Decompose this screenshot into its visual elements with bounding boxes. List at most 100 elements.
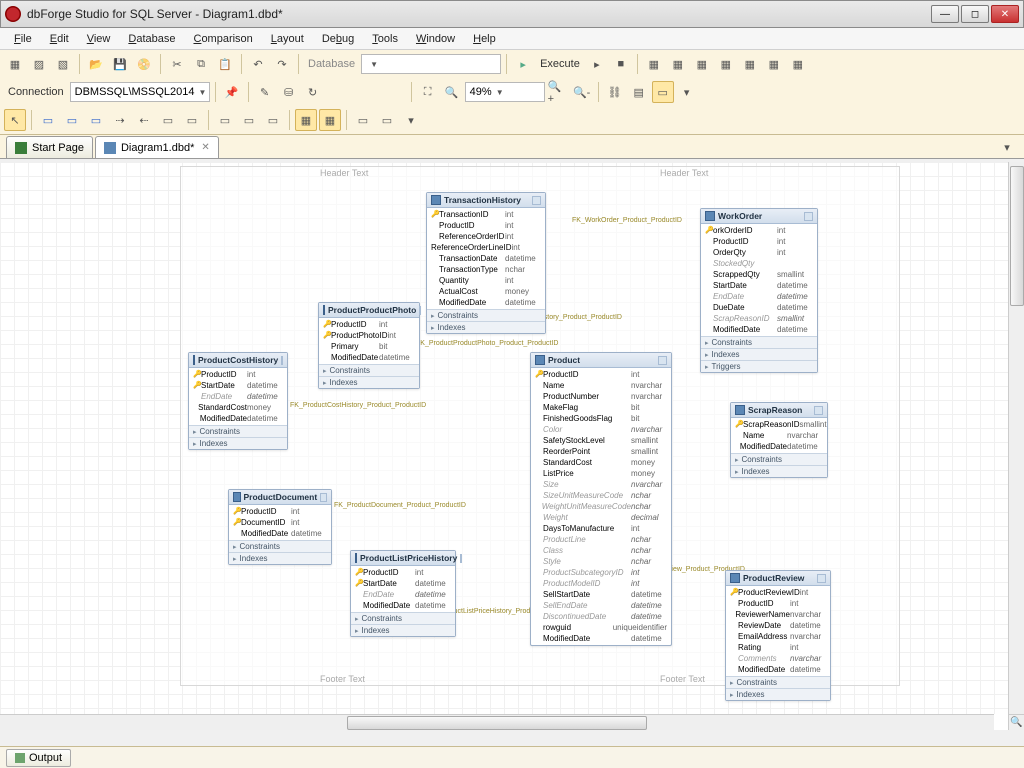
shape-icon[interactable]: ▭: [238, 109, 260, 131]
entity-product-list-price-history[interactable]: ProductListPriceHistory🔑ProductIDint🔑Sta…: [350, 550, 456, 637]
tab-diagram[interactable]: Diagram1.dbd* ✕: [95, 136, 219, 158]
entity-work-order[interactable]: WorkOrder🔑orkOrderIDintProductIDintOrder…: [700, 208, 818, 373]
zoom-combo[interactable]: 49%▼: [465, 82, 545, 102]
toolbar-row-3: ↖ ▭ ▭ ▭ ⇢ ⇠ ▭ ▭ ▭ ▭ ▭ ▦ ▦ ▭ ▭ ▾: [0, 106, 1024, 134]
connection-combo[interactable]: DBMSSQL\MSSQL2014▼: [70, 82, 210, 102]
snap-icon[interactable]: ▦: [295, 109, 317, 131]
menu-tools[interactable]: Tools: [364, 31, 406, 47]
menu-edit[interactable]: Edit: [42, 31, 77, 47]
grid7-icon[interactable]: ▦: [787, 53, 809, 75]
view-tool-icon[interactable]: ▭: [61, 109, 83, 131]
zoom-fit-icon[interactable]: ⛶: [417, 81, 439, 103]
execute-icon[interactable]: ▸: [512, 53, 534, 75]
tabs-dropdown-icon[interactable]: ▾: [996, 136, 1018, 158]
maximize-button[interactable]: ◻: [961, 5, 989, 23]
output-icon: [15, 753, 25, 763]
copy-icon[interactable]: ⧉: [190, 53, 212, 75]
grid6-icon[interactable]: ▦: [763, 53, 785, 75]
diagram-icon: [104, 142, 116, 154]
execute-label[interactable]: Execute: [540, 58, 580, 70]
output-tab[interactable]: Output: [6, 749, 71, 767]
menu-window[interactable]: Window: [408, 31, 463, 47]
tab-close-icon[interactable]: ✕: [201, 142, 209, 153]
redo-icon[interactable]: ↷: [271, 53, 293, 75]
cut-icon[interactable]: ✂: [166, 53, 188, 75]
open-icon[interactable]: 📂: [85, 53, 107, 75]
note-tool-icon[interactable]: ▭: [157, 109, 179, 131]
align-icon[interactable]: ▭: [352, 109, 374, 131]
undo-icon[interactable]: ↶: [247, 53, 269, 75]
header-text-left: Header Text: [320, 168, 368, 178]
grid1-icon[interactable]: ▦: [643, 53, 665, 75]
refresh-icon[interactable]: ↻: [302, 81, 324, 103]
zoom-in-icon[interactable]: 🔍+: [547, 81, 569, 103]
tab-start-page-label: Start Page: [32, 142, 84, 154]
grid3-icon[interactable]: ▦: [691, 53, 713, 75]
connection-label: Connection: [8, 86, 64, 98]
zoom-value: 49%: [470, 86, 492, 98]
entity-product[interactable]: Product🔑ProductIDintNamenvarcharProductN…: [530, 352, 672, 646]
output-tab-label: Output: [29, 752, 62, 764]
stop-icon[interactable]: ■: [610, 53, 632, 75]
overflow-icon[interactable]: ▾: [400, 109, 422, 131]
entity-tool-icon[interactable]: ▭: [37, 109, 59, 131]
menu-file[interactable]: File: [6, 31, 40, 47]
menu-layout[interactable]: Layout: [263, 31, 312, 47]
menu-comparison[interactable]: Comparison: [185, 31, 260, 47]
grid2-icon[interactable]: ▦: [667, 53, 689, 75]
zoom-corner-icon[interactable]: 🔍: [1008, 714, 1024, 730]
new-item2-icon[interactable]: ▧: [52, 53, 74, 75]
edit-icon[interactable]: ✎: [254, 81, 276, 103]
close-button[interactable]: ✕: [991, 5, 1019, 23]
table-tool-icon[interactable]: ▭: [85, 109, 107, 131]
print-icon[interactable]: ▭: [376, 109, 398, 131]
page-view-icon[interactable]: ▭: [652, 81, 674, 103]
entity-product-document[interactable]: ProductDocument🔑ProductIDint🔑DocumentIDi…: [228, 489, 332, 565]
rel-workorder: FK_WorkOrder_Product_ProductID: [572, 217, 682, 224]
tree-icon[interactable]: ⛓: [604, 81, 626, 103]
rel-tool-icon[interactable]: ⇢: [109, 109, 131, 131]
container-icon[interactable]: ▭: [214, 109, 236, 131]
entity-transaction-history[interactable]: TransactionHistory🔑TransactionIDintProdu…: [426, 192, 546, 334]
menu-view[interactable]: View: [79, 31, 119, 47]
minimize-button[interactable]: —: [931, 5, 959, 23]
zoom-tool-icon[interactable]: 🔍: [441, 81, 463, 103]
rel2-tool-icon[interactable]: ⇠: [133, 109, 155, 131]
layout-icon[interactable]: ▤: [628, 81, 650, 103]
more-icon[interactable]: ▾: [676, 81, 698, 103]
window-title: dbForge Studio for SQL Server - Diagram1…: [27, 7, 931, 21]
diagram-canvas[interactable]: Header Text Header Text Footer Text Foot…: [0, 162, 1008, 714]
menu-database[interactable]: Database: [120, 31, 183, 47]
entity-product-review[interactable]: ProductReview🔑ProductReviewIDintProductI…: [725, 570, 831, 701]
tab-start-page[interactable]: Start Page: [6, 136, 93, 158]
horizontal-scrollbar[interactable]: [0, 714, 994, 730]
database-label: Database: [308, 58, 355, 70]
save-icon[interactable]: 💾: [109, 53, 131, 75]
pointer-icon[interactable]: ↖: [4, 109, 26, 131]
new-item-icon[interactable]: ▨: [28, 53, 50, 75]
entity-product-product-photo[interactable]: ProductProductPhoto🔑ProductIDint🔑Product…: [318, 302, 420, 389]
footer-text-right: Footer Text: [660, 674, 705, 684]
menu-help[interactable]: Help: [465, 31, 504, 47]
debug-step-icon[interactable]: ▸: [586, 53, 608, 75]
entity-scrap-reason[interactable]: ScrapReason🔑ScrapReasonIDsmallintNamenva…: [730, 402, 828, 478]
grid-icon[interactable]: ▦: [319, 109, 341, 131]
zoom-out-icon[interactable]: 🔍-: [571, 81, 593, 103]
new-sql-icon[interactable]: ▦: [4, 53, 26, 75]
grid5-icon[interactable]: ▦: [739, 53, 761, 75]
menu-debug[interactable]: Debug: [314, 31, 362, 47]
vertical-scrollbar[interactable]: [1008, 162, 1024, 714]
toolbar-row-2: Connection DBMSSQL\MSSQL2014▼ 📌 ✎ ⛁ ↻ ⛶ …: [0, 78, 1024, 106]
image-icon[interactable]: ▭: [262, 109, 284, 131]
paste-icon[interactable]: 📋: [214, 53, 236, 75]
entity-product-cost-history[interactable]: ProductCostHistory🔑ProductIDint🔑StartDat…: [188, 352, 288, 450]
pin-icon[interactable]: 📌: [221, 81, 243, 103]
save-all-icon[interactable]: 📀: [133, 53, 155, 75]
toolbars: ▦ ▨ ▧ 📂 💾 📀 ✂ ⧉ 📋 ↶ ↷ Database ▼ ▸ Execu…: [0, 50, 1024, 135]
start-page-icon: [15, 142, 27, 154]
grid4-icon[interactable]: ▦: [715, 53, 737, 75]
db-icon[interactable]: ⛁: [278, 81, 300, 103]
title-bar: dbForge Studio for SQL Server - Diagram1…: [0, 0, 1024, 28]
database-combo[interactable]: ▼: [361, 54, 501, 74]
stamp-icon[interactable]: ▭: [181, 109, 203, 131]
